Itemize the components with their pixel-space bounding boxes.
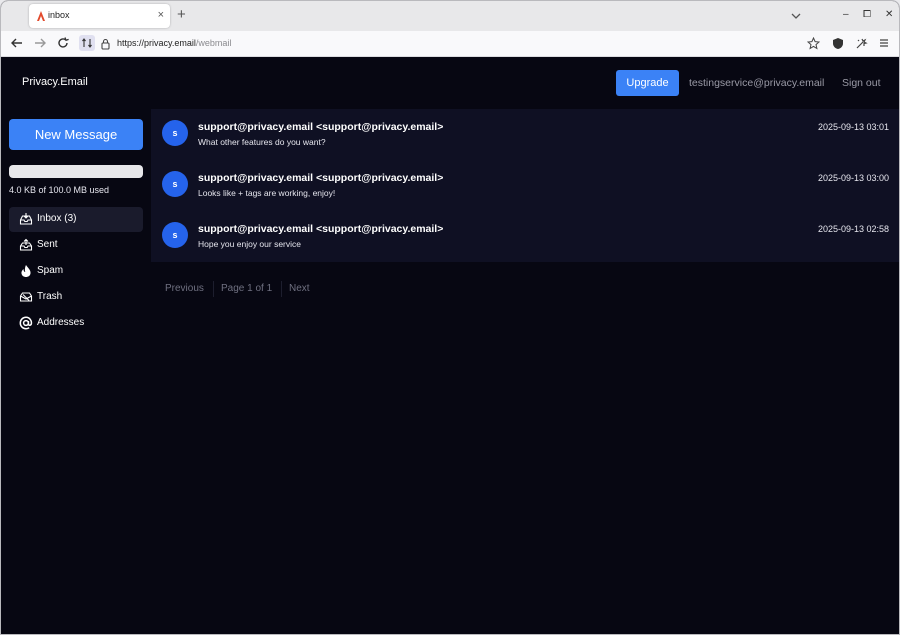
avatar: s	[162, 222, 188, 248]
message-list: s support@privacy.email <support@privacy…	[151, 109, 899, 262]
reload-icon[interactable]	[56, 36, 70, 50]
url-path: /webmail	[195, 38, 232, 48]
sidebar-item-label: Inbox (3)	[37, 213, 77, 224]
sidebar-item-inbox[interactable]: Inbox (3)	[9, 207, 143, 232]
sidebar-item-trash[interactable]: Trash	[9, 285, 143, 310]
sidebar-item-label: Addresses	[37, 317, 85, 328]
shield-icon[interactable]	[832, 37, 844, 54]
next-page-button[interactable]: Next	[289, 283, 310, 294]
favicon-icon	[36, 10, 46, 22]
trash-icon	[19, 290, 33, 304]
menu-icon[interactable]	[878, 37, 890, 53]
message-sender: support@privacy.email <support@privacy.e…	[198, 223, 444, 235]
sidebar: New Message 4.0 KB of 100.0 MB used Inbo…	[1, 109, 151, 634]
message-date: 2025-09-13 03:01	[817, 122, 889, 132]
webmail-app: Privacy.Email Upgrade testingservice@pri…	[1, 57, 899, 634]
storage-usage-bar	[9, 165, 143, 178]
browser-tab-inbox[interactable]: inbox ×	[29, 4, 170, 28]
page-indicator: Page 1 of 1	[221, 283, 273, 294]
extensions-icon[interactable]	[855, 37, 868, 54]
user-email[interactable]: testingservice@privacy.email	[689, 77, 824, 89]
address-bar[interactable]: https://privacy.email/webmail	[79, 34, 849, 54]
inbox-icon	[19, 212, 33, 226]
sign-out-link[interactable]: Sign out	[842, 77, 881, 89]
message-date: 2025-09-13 03:00	[817, 173, 889, 183]
navigation-bar: https://privacy.email/webmail	[1, 31, 899, 57]
message-subject: Looks like + tags are working, enjoy!	[198, 188, 336, 198]
bookmark-star-icon[interactable]	[806, 36, 821, 54]
upgrade-button[interactable]: Upgrade	[616, 70, 679, 96]
tab-list-chevron-icon[interactable]	[790, 9, 802, 21]
message-sender: support@privacy.email <support@privacy.e…	[198, 121, 444, 133]
permissions-icon[interactable]	[79, 35, 95, 51]
pagination-divider	[281, 281, 282, 297]
back-arrow-icon[interactable]	[10, 36, 24, 50]
message-row[interactable]: s support@privacy.email <support@privacy…	[151, 109, 899, 160]
sidebar-item-spam[interactable]: Spam	[9, 259, 143, 284]
tab-strip: inbox × + ‒ ⧠ ✕	[1, 1, 899, 31]
flame-icon	[19, 264, 33, 278]
message-sender: support@privacy.email <support@privacy.e…	[198, 172, 444, 184]
tab-title: inbox	[48, 10, 70, 20]
sidebar-item-label: Trash	[37, 291, 63, 302]
tab-close-icon[interactable]: ×	[158, 9, 164, 21]
minimize-button[interactable]: ‒	[843, 9, 849, 21]
sidebar-item-label: Spam	[37, 265, 64, 276]
brand-logo-text[interactable]: Privacy.Email	[22, 76, 88, 88]
url-text[interactable]: https://privacy.email/webmail	[117, 38, 231, 48]
sent-icon	[19, 238, 33, 252]
browser-window: inbox × + ‒ ⧠ ✕ https://privacy.email/we…	[0, 0, 900, 635]
message-subject: What other features do you want?	[198, 137, 326, 147]
forward-arrow-icon[interactable]	[33, 36, 47, 50]
sidebar-item-sent[interactable]: Sent	[9, 233, 143, 258]
new-tab-button[interactable]: +	[177, 7, 186, 23]
message-row[interactable]: s support@privacy.email <support@privacy…	[151, 211, 899, 262]
new-message-button[interactable]: New Message	[9, 119, 143, 150]
storage-usage-text: 4.0 KB of 100.0 MB used	[9, 185, 110, 195]
pagination-divider	[213, 281, 214, 297]
avatar: s	[162, 171, 188, 197]
maximize-button[interactable]: ⧠	[863, 9, 871, 21]
close-window-button[interactable]: ✕	[885, 9, 893, 21]
sidebar-item-addresses[interactable]: Addresses	[9, 311, 143, 336]
message-date: 2025-09-13 02:58	[817, 224, 889, 234]
app-header: Privacy.Email Upgrade testingservice@pri…	[1, 57, 899, 109]
message-subject: Hope you enjoy our service	[198, 239, 302, 249]
url-host: https://privacy.email	[117, 38, 196, 48]
lock-icon[interactable]	[101, 37, 110, 50]
avatar: s	[162, 120, 188, 146]
message-row[interactable]: s support@privacy.email <support@privacy…	[151, 160, 899, 211]
sidebar-item-label: Sent	[37, 239, 58, 250]
at-icon	[19, 316, 33, 330]
previous-page-button[interactable]: Previous	[165, 283, 204, 294]
